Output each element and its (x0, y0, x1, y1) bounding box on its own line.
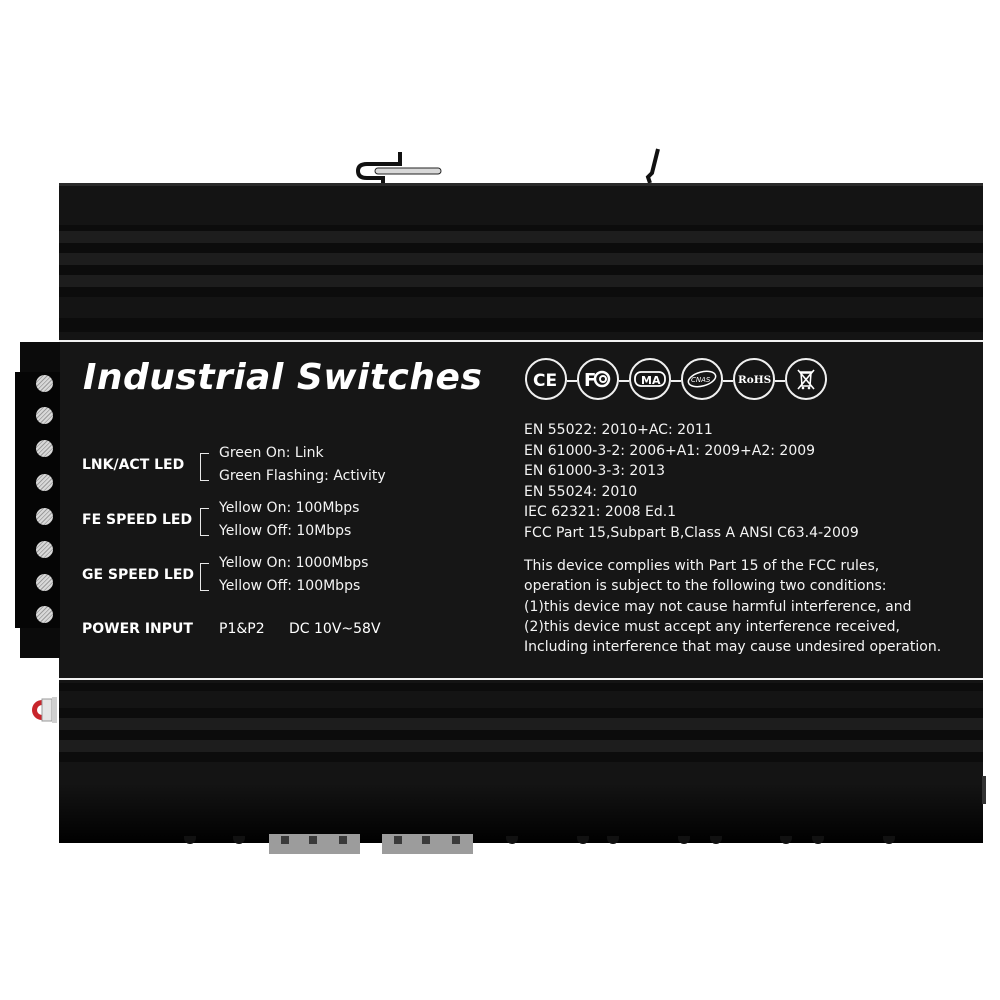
led-state: Yellow On: 100Mbps (219, 500, 360, 516)
power-input-voltage: DC 10V~58V (289, 621, 381, 637)
weee-bin-icon (785, 358, 827, 400)
led-name: LNK/ACT LED (82, 457, 185, 473)
led-name: FE SPEED LED (82, 512, 193, 528)
notice-line: Including interference that may cause un… (524, 639, 942, 656)
terminal-screw-icon[interactable] (36, 407, 53, 424)
compliance-standards-list: EN 55022: 2010+AC: 2011 EN 61000-3-2: 20… (524, 420, 859, 543)
cnas-mark-icon: CNAS (681, 358, 723, 400)
terminal-screw-icon[interactable] (36, 440, 53, 457)
din-rail-latch (645, 148, 660, 184)
notice-line: (1)this device may not cause harmful int… (524, 598, 912, 615)
led-state: Green On: Link (219, 445, 324, 461)
side-tab (982, 776, 986, 804)
bracket (200, 508, 209, 536)
notice-line: operation is subject to the following tw… (524, 578, 887, 595)
led-state: Green Flashing: Activity (219, 468, 386, 484)
bracket (200, 563, 209, 591)
led-name: GE SPEED LED (82, 567, 194, 583)
power-input-label: POWER INPUT (82, 621, 193, 637)
notice-line: This device complies with Part 15 of the… (524, 558, 880, 574)
certification-marks: CE F MA CNAS RoHS (525, 358, 827, 404)
terminal-screw-icon[interactable] (36, 508, 53, 525)
standard-item: EN 55022: 2010+AC: 2011 (524, 422, 713, 438)
terminal-screw-icon[interactable] (36, 474, 53, 491)
terminal-screw-icon[interactable] (36, 541, 53, 558)
din-rail-clip (355, 152, 442, 183)
terminal-screw-icon[interactable] (36, 375, 53, 392)
notice-line: (2)this device must accept any interfere… (524, 618, 900, 635)
svg-text:MA: MA (641, 374, 661, 387)
product-title: Industrial Switches (83, 357, 483, 398)
ground-screw-button[interactable] (28, 697, 58, 723)
rohs-mark-icon: RoHS (733, 358, 775, 400)
terminal-screw-icon[interactable] (36, 606, 53, 623)
led-state: Yellow On: 1000Mbps (219, 555, 369, 571)
led-state: Yellow Off: 100Mbps (219, 578, 361, 594)
svg-text:CE: CE (533, 371, 557, 388)
standard-item: IEC 62321: 2008 Ed.1 (524, 504, 677, 520)
standard-item: EN 61000-3-3: 2013 (524, 463, 666, 479)
bottom-sfp-port[interactable] (382, 834, 473, 854)
terminal-screw-icon[interactable] (36, 574, 53, 591)
fcc-mark-icon: F (577, 358, 619, 400)
ce-mark-icon: CE (525, 358, 567, 400)
cma-mark-icon: MA (629, 358, 671, 400)
standard-item: FCC Part 15,Subpart B,Class A ANSI C63.4… (524, 524, 859, 541)
standard-item: EN 61000-3-2: 2006+A1: 2009+A2: 2009 (524, 442, 816, 459)
fcc-compliance-notice: This device complies with Part 15 of the… (524, 556, 941, 657)
standard-item: EN 55024: 2010 (524, 483, 638, 500)
bracket (200, 453, 209, 481)
svg-text:CNAS: CNAS (691, 376, 711, 384)
bottom-sfp-port[interactable] (269, 834, 360, 854)
led-state: Yellow Off: 10Mbps (219, 523, 352, 539)
power-input-ports: P1&P2 (219, 621, 265, 637)
svg-text:RoHS: RoHS (738, 374, 771, 386)
